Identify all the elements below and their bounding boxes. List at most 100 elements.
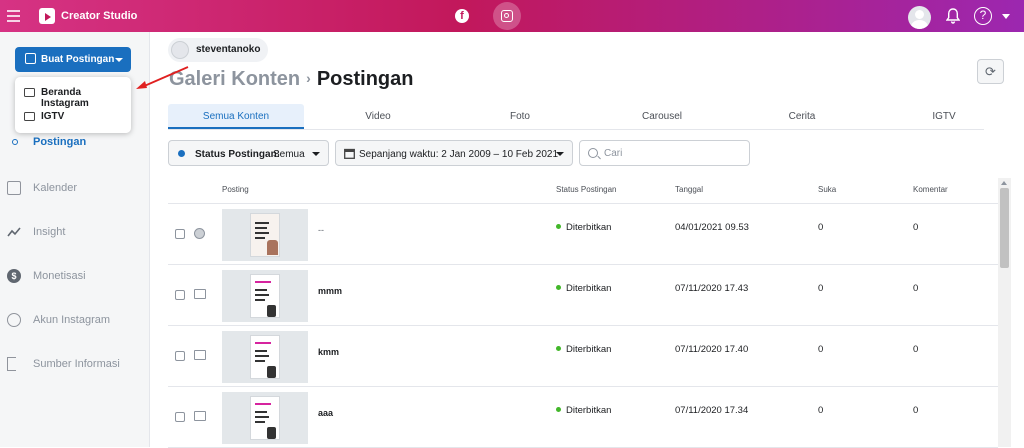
- sidebar-item-kalender[interactable]: Kalender: [0, 176, 150, 200]
- post-date: 04/01/2021 09.53: [675, 222, 749, 233]
- post-thumbnail[interactable]: [222, 209, 308, 261]
- likes-count: 0: [818, 283, 824, 294]
- row-checkbox[interactable]: [175, 412, 185, 422]
- search-icon: [588, 148, 598, 158]
- status-badge: Diterbitkan: [556, 222, 611, 233]
- scroll-up-icon[interactable]: [1001, 181, 1007, 185]
- post-thumbnail[interactable]: [222, 331, 308, 383]
- date-range-dropdown[interactable]: Sepanjang waktu: 2 Jan 2009 – 10 Feb 202…: [335, 140, 573, 166]
- breadcrumb: Galeri Konten › Postingan: [169, 68, 413, 91]
- creator-studio-logo-icon: [39, 8, 55, 24]
- photo-icon: [194, 228, 205, 239]
- status-filter-dropdown[interactable]: Status Postingan: Semua: [168, 140, 329, 166]
- table-header: Posting Status Postingan Tanggal Suka Ko…: [168, 178, 998, 204]
- chevron-down-icon: [312, 152, 320, 156]
- table-row[interactable]: aaa Diterbitkan 07/11/2020 17.34 0 0: [168, 387, 998, 448]
- page-title: Postingan: [316, 68, 414, 90]
- likes-count: 0: [818, 405, 824, 416]
- published-dot-icon: [556, 285, 561, 290]
- row-checkbox[interactable]: [175, 351, 185, 361]
- profile-avatar[interactable]: [908, 6, 931, 29]
- tab-carousel[interactable]: Carousel: [594, 104, 730, 129]
- account-icon: [7, 313, 21, 327]
- tab-cerita[interactable]: Cerita: [734, 104, 870, 129]
- dropdown-item-label: IGTV: [41, 111, 65, 122]
- tab-video[interactable]: Video: [310, 104, 446, 129]
- insight-icon: [7, 227, 21, 237]
- facebook-icon[interactable]: f: [455, 9, 469, 23]
- post-thumbnail[interactable]: [222, 270, 308, 322]
- hamburger-menu-icon[interactable]: [7, 10, 20, 22]
- content-tabs: Semua Konten Video Foto Carousel Cerita …: [168, 104, 984, 130]
- sidebar-item-label: Sumber Informasi: [33, 358, 120, 370]
- search-input[interactable]: [604, 145, 744, 161]
- bell-icon[interactable]: [946, 8, 960, 24]
- post-date: 07/11/2020 17.40: [675, 344, 749, 355]
- sidebar-item-label: Kalender: [33, 182, 78, 194]
- breadcrumb-chevron-icon: ›: [306, 70, 311, 86]
- search-box: [579, 140, 750, 166]
- status-text: Diterbitkan: [566, 222, 612, 233]
- create-post-button[interactable]: Buat Postingan: [15, 47, 131, 72]
- scrollbar-thumb[interactable]: [1000, 188, 1009, 268]
- column-likes: Suka: [818, 185, 837, 194]
- dropdown-item-beranda-instagram[interactable]: Beranda Instagram: [15, 82, 131, 109]
- circle-icon: [12, 139, 18, 145]
- sidebar-item-monetisasi[interactable]: $ Monetisasi: [0, 264, 150, 288]
- status-badge: Diterbitkan: [556, 344, 611, 355]
- account-switcher[interactable]: steventanoko: [168, 38, 268, 62]
- exit-icon: [7, 357, 16, 371]
- status-filter-label: Status Postingan:: [195, 149, 281, 160]
- sidebar-item-label: Insight: [33, 226, 66, 238]
- sidebar-item-insight[interactable]: Insight: [0, 220, 150, 244]
- status-badge: Diterbitkan: [556, 405, 611, 416]
- comments-count: 0: [913, 222, 919, 233]
- create-post-dropdown: Beranda Instagram IGTV: [15, 77, 131, 133]
- column-date: Tanggal: [675, 185, 704, 194]
- table-row[interactable]: kmm Diterbitkan 07/11/2020 17.40 0 0: [168, 326, 998, 387]
- likes-count: 0: [818, 222, 824, 233]
- status-text: Diterbitkan: [566, 283, 612, 294]
- video-icon: [194, 411, 206, 421]
- sidebar-item-akun-instagram[interactable]: Akun Instagram: [0, 308, 150, 332]
- video-icon: [194, 289, 206, 299]
- account-menu-caret-icon[interactable]: [1002, 14, 1010, 19]
- table-row[interactable]: -- Diterbitkan 04/01/2021 09.53 0 0: [168, 204, 998, 265]
- post-thumbnail[interactable]: [222, 392, 308, 444]
- status-text: Diterbitkan: [566, 344, 612, 355]
- create-post-label: Buat Postingan: [41, 54, 115, 65]
- status-dot-icon: [178, 150, 185, 157]
- post-title: mmm: [318, 286, 343, 296]
- sidebar-item-postingan[interactable]: Postingan: [0, 130, 150, 154]
- post-title: kmm: [318, 347, 340, 357]
- likes-count: 0: [818, 344, 824, 355]
- tab-semua-konten[interactable]: Semua Konten: [168, 104, 304, 129]
- tab-foto[interactable]: Foto: [452, 104, 588, 129]
- help-icon[interactable]: ?: [974, 7, 992, 25]
- post-date: 07/11/2020 17.34: [675, 405, 749, 416]
- table-scrollbar[interactable]: [998, 178, 1011, 447]
- row-checkbox[interactable]: [175, 229, 185, 239]
- chevron-down-icon: [115, 58, 123, 62]
- calendar-icon: [344, 148, 355, 159]
- column-status: Status Postingan: [556, 185, 617, 194]
- app-title: Creator Studio: [61, 10, 138, 22]
- dropdown-item-igtv[interactable]: IGTV: [15, 106, 131, 128]
- post-date: 07/11/2020 17.43: [675, 283, 749, 294]
- post-title: aaa: [318, 408, 334, 418]
- sidebar-item-sumber-informasi[interactable]: Sumber Informasi: [0, 352, 150, 376]
- published-dot-icon: [556, 407, 561, 412]
- sidebar-item-label: Postingan: [33, 136, 87, 148]
- feed-icon: [24, 88, 35, 97]
- refresh-button[interactable]: ⟳: [977, 59, 1004, 84]
- table-row[interactable]: mmm Diterbitkan 07/11/2020 17.43 0 0: [168, 265, 998, 326]
- username: steventanoko: [196, 44, 261, 55]
- calendar-icon: [7, 181, 21, 195]
- coin-icon: $: [7, 269, 21, 283]
- status-filter-value: Semua: [273, 149, 305, 160]
- top-bar: Creator Studio f ?: [0, 0, 1024, 32]
- published-dot-icon: [556, 224, 561, 229]
- row-checkbox[interactable]: [175, 290, 185, 300]
- tab-igtv[interactable]: IGTV: [876, 104, 1012, 129]
- instagram-icon[interactable]: [493, 2, 521, 30]
